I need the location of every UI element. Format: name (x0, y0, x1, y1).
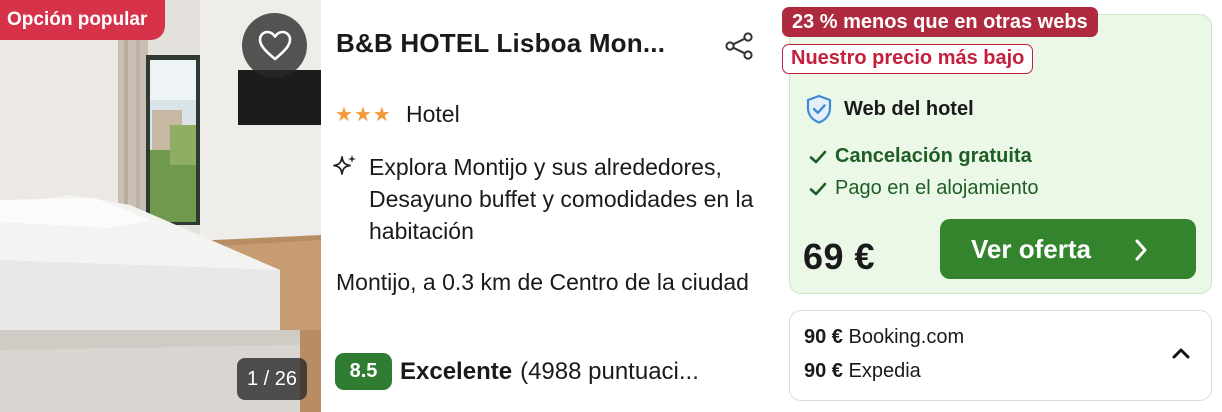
deal-price: 69 € (803, 236, 876, 277)
pay-at-property-label: Pago en el alojamiento (835, 177, 1039, 199)
hotel-photo[interactable]: Opción popular 1 / 26 (0, 0, 321, 412)
offer-site: Expedia (848, 360, 921, 382)
free-cancellation: Cancelación gratuita (809, 145, 1032, 168)
review-score: 8.5 (335, 353, 392, 390)
deal-site: Web del hotel (806, 94, 974, 124)
chevron-up-icon[interactable] (1171, 346, 1191, 360)
favorite-button[interactable] (242, 13, 307, 78)
accommodation-type: Hotel (406, 101, 460, 127)
lowest-price-badge: Nuestro precio más bajo (782, 44, 1034, 74)
chevron-right-icon (1135, 239, 1147, 261)
amenities-text: Explora Montijo y sus alrededores, Desay… (369, 154, 754, 244)
pay-at-property: Pago en el alojamiento (809, 177, 1038, 200)
discount-badge: 23 % menos que en otras webs (782, 7, 1098, 37)
shield-check-icon (806, 94, 832, 124)
check-icon (809, 150, 827, 163)
star-icon: ★ (335, 104, 353, 126)
star-icon: ★ (353, 104, 372, 126)
location-text: Montijo, a 0.3 km de Centro de la ciudad (336, 269, 749, 295)
deal-site-name: Web del hotel (844, 97, 974, 120)
popular-badge: Opción popular (0, 0, 166, 40)
free-cancellation-label: Cancelación gratuita (835, 145, 1032, 167)
hotel-name[interactable]: B&B HOTEL Lisboa Mon... (336, 28, 665, 59)
check-icon (809, 182, 827, 195)
offer-price: 90 € (804, 360, 843, 382)
star-icon: ★ (372, 104, 391, 126)
photo-counter: 1 / 26 (237, 358, 307, 400)
star-rating: ★ ★ ★ (335, 104, 391, 126)
review-summary[interactable]: 8.5 Excelente (4988 puntuaci... (335, 353, 699, 390)
offer-site: Booking.com (848, 326, 965, 348)
view-deal-label: Ver oferta (971, 234, 1091, 264)
offer-row[interactable]: 90 € Expedia (804, 360, 921, 383)
sparkle-icon (333, 155, 356, 175)
other-offers-panel[interactable]: 90 € Booking.com 90 € Expedia (789, 310, 1212, 401)
view-deal-button[interactable]: Ver oferta (940, 219, 1196, 279)
review-count: (4988 puntuaci... (520, 357, 699, 385)
rating-label: Excelente (400, 357, 513, 385)
heart-icon (258, 30, 291, 60)
offer-price: 90 € (804, 326, 843, 348)
share-icon[interactable] (724, 32, 754, 60)
offer-row[interactable]: 90 € Booking.com (804, 326, 964, 349)
